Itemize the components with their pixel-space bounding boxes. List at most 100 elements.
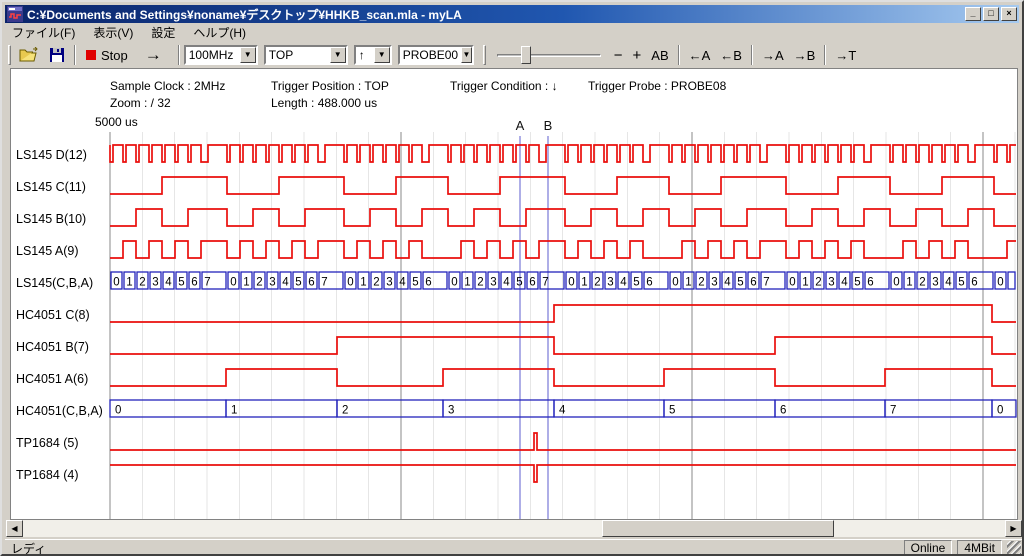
dropdown-arrow-icon[interactable]: ▼ (374, 47, 390, 63)
bus-cell (1008, 272, 1015, 289)
menu-view[interactable]: 表示(V) (86, 23, 140, 42)
bus-value: 5 (178, 277, 184, 289)
bus-value: 3 (828, 277, 834, 289)
bus-value: 0 (230, 277, 236, 289)
bus-value: 7 (763, 277, 769, 289)
bus-value: 5 (958, 277, 964, 289)
toolbar-separator (751, 45, 753, 65)
goto-cursor-a-right-button[interactable]: →A (757, 44, 789, 66)
resize-grip[interactable] (1007, 541, 1021, 555)
bus-cell (664, 400, 775, 417)
close-button[interactable]: × (1001, 7, 1017, 21)
bus-value: 3 (448, 405, 454, 417)
menu-settings[interactable]: 設定 (144, 23, 182, 42)
trigger-position-combo[interactable]: TOP ▼ (264, 45, 348, 65)
stop-label: Stop (101, 48, 128, 63)
bus-value: 5 (854, 277, 860, 289)
cursor-label-b: B (544, 118, 553, 133)
bus-value: 5 (412, 277, 418, 289)
bus-value: 7 (890, 405, 896, 417)
bus-value: 6 (191, 277, 197, 289)
bus-value: 3 (490, 277, 496, 289)
dropdown-arrow-icon[interactable]: ▼ (461, 47, 472, 63)
goto-cursor-b-left-button[interactable]: ←B (715, 44, 747, 66)
menu-file[interactable]: ファイル(F) (5, 23, 82, 42)
toolbar-grip[interactable] (483, 45, 486, 65)
menu-bar: ファイル(F) 表示(V) 設定 ヘルプ(H) (5, 24, 1019, 41)
goto-trigger-button[interactable]: →T (830, 44, 861, 66)
bus-value: 1 (126, 277, 132, 289)
trigger-probe-combo[interactable]: PROBE00 ▼ (398, 45, 474, 65)
zoom-slider-track[interactable] (497, 54, 601, 57)
bus-value: 4 (724, 277, 731, 289)
bus-value: 6 (529, 277, 535, 289)
cursor-label-a: A (516, 118, 525, 133)
scroll-left-arrow-icon[interactable]: ◀ (6, 520, 23, 537)
bus-value: 6 (780, 405, 786, 417)
bus-value: 1 (243, 277, 249, 289)
bus-value: 4 (282, 277, 289, 289)
bus-value: 1 (231, 405, 237, 417)
bus-value: 0 (789, 277, 795, 289)
bus-cell (110, 400, 226, 417)
toolbar-separator (678, 45, 680, 65)
trigger-probe-value: PROBE00 (400, 48, 461, 62)
bus-value: 2 (477, 277, 483, 289)
goto-cursor-a-left-button[interactable]: ←A (684, 44, 716, 66)
menu-help[interactable]: ヘルプ(H) (186, 23, 253, 42)
bus-value: 3 (386, 277, 392, 289)
bus-cell (992, 400, 1016, 417)
waveform-panel[interactable]: Sample Clock : 2MHz Trigger Position : T… (10, 68, 1018, 520)
bus-value: 5 (737, 277, 743, 289)
save-floppy-icon (49, 47, 65, 63)
maximize-button[interactable]: □ (983, 7, 999, 21)
stop-button[interactable]: Stop (80, 44, 133, 66)
bus-value: 0 (347, 277, 353, 289)
toolbar-separator (178, 45, 180, 65)
save-button[interactable] (44, 44, 70, 66)
status-memory-badge: 4MBit (957, 540, 1002, 556)
dropdown-arrow-icon[interactable]: ▼ (240, 47, 256, 63)
bus-value: 2 (256, 277, 262, 289)
bus-value: 3 (152, 277, 158, 289)
bus-value: 2 (342, 405, 348, 417)
app-window: C:¥Documents and Settings¥noname¥デスクトップ¥… (0, 0, 1024, 556)
zoom-out-button[interactable]: − (609, 44, 628, 66)
bus-cell (775, 400, 885, 417)
minimize-button[interactable]: _ (965, 7, 981, 21)
zoom-in-button[interactable]: + (628, 44, 647, 66)
bus-value: 3 (711, 277, 717, 289)
dropdown-arrow-icon[interactable]: ▼ (330, 47, 346, 63)
bus-value: 4 (559, 405, 566, 417)
bus-cell (226, 400, 337, 417)
run-button[interactable]: → (133, 44, 174, 66)
bus-value: 6 (971, 277, 977, 289)
app-icon (7, 6, 23, 22)
toolbar-separator (74, 45, 76, 65)
title-bar[interactable]: C:¥Documents and Settings¥noname¥デスクトップ¥… (5, 5, 1019, 23)
waveform-canvas[interactable]: AB01234567012345670123456012345670123456… (11, 69, 1017, 519)
scroll-right-arrow-icon[interactable]: ▶ (1005, 520, 1022, 537)
bus-value: 0 (451, 277, 457, 289)
zoom-slider-thumb[interactable] (521, 46, 531, 64)
trigger-edge-value: ↑ (356, 48, 374, 62)
zoom-slider[interactable] (497, 45, 601, 65)
trigger-position-value: TOP (266, 48, 330, 62)
toolbar-separator (824, 45, 826, 65)
scrollbar-thumb[interactable] (602, 520, 834, 537)
bus-cell (554, 400, 664, 417)
trigger-edge-combo[interactable]: ↑ ▼ (354, 45, 392, 65)
bus-value: 5 (295, 277, 301, 289)
status-bar: レディ Online 4MBit (5, 539, 1023, 556)
horizontal-scrollbar[interactable]: ◀ ▶ (6, 520, 1022, 537)
status-online-badge: Online (904, 540, 953, 556)
zoom-ab-button[interactable]: AB (646, 44, 673, 66)
goto-cursor-b-right-button[interactable]: →B (789, 44, 821, 66)
bus-value: 1 (360, 277, 366, 289)
bus-value: 2 (373, 277, 379, 289)
window-title: C:¥Documents and Settings¥noname¥デスクトップ¥… (27, 6, 963, 23)
toolbar-grip[interactable] (8, 45, 11, 65)
bus-value: 4 (841, 277, 848, 289)
sample-clock-combo[interactable]: 100MHz ▼ (184, 45, 258, 65)
open-file-button[interactable] (14, 44, 44, 66)
